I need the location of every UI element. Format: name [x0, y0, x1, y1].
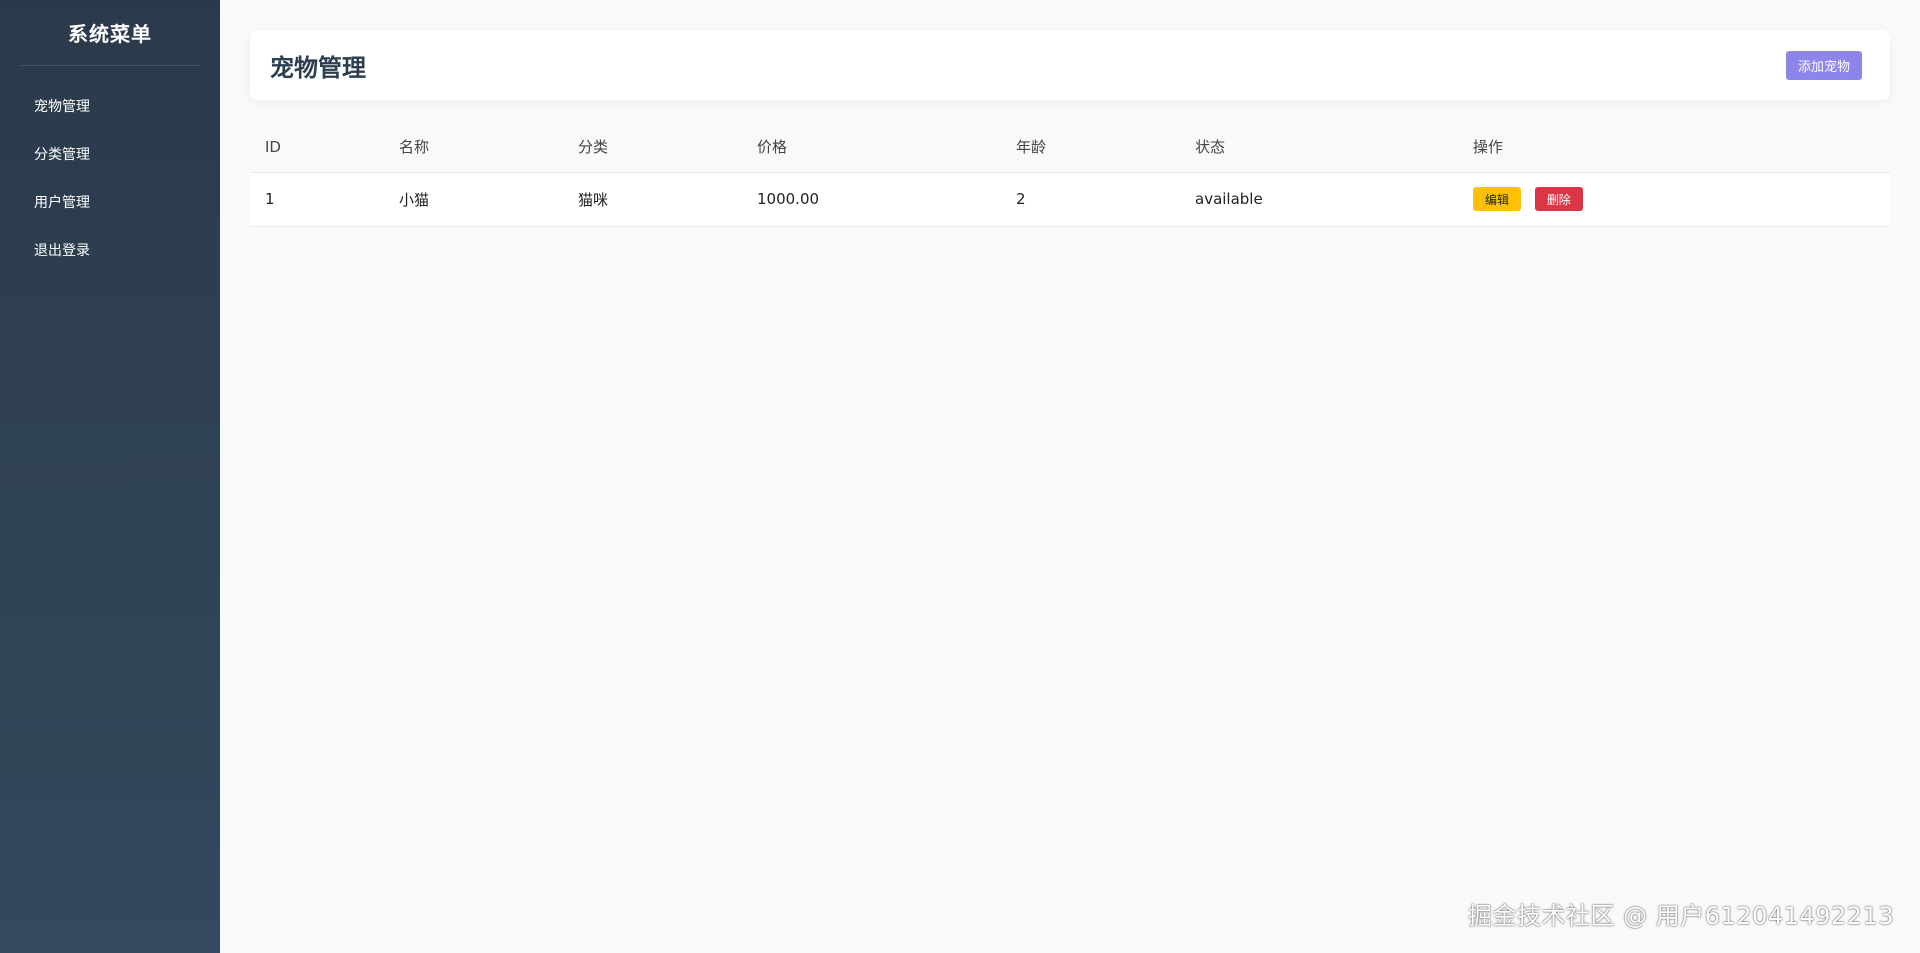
sidebar-item-pets[interactable]: 宠物管理 — [0, 82, 220, 130]
cell-name: 小猫 — [384, 172, 563, 227]
column-header-status: 状态 — [1180, 122, 1458, 173]
column-header-price: 价格 — [742, 122, 1001, 173]
table-header: ID 名称 分类 价格 年龄 状态 操作 — [250, 122, 1890, 173]
sidebar-item-users[interactable]: 用户管理 — [0, 178, 220, 226]
column-header-name: 名称 — [384, 122, 563, 173]
pets-table: ID 名称 分类 价格 年龄 状态 操作 1 小猫 猫咪 1000.00 2 a… — [250, 122, 1890, 227]
add-pet-button[interactable]: 添加宠物 — [1785, 50, 1862, 80]
column-header-category: 分类 — [563, 122, 742, 173]
table-header-row: ID 名称 分类 价格 年龄 状态 操作 — [250, 122, 1890, 173]
column-header-age: 年龄 — [1001, 122, 1180, 173]
table-body: 1 小猫 猫咪 1000.00 2 available 编辑 删除 — [250, 172, 1890, 227]
main-content: 宠物管理 添加宠物 ID 名称 分类 价格 年龄 状态 操作 1 小猫 猫咪 1… — [220, 0, 1920, 953]
table-row: 1 小猫 猫咪 1000.00 2 available 编辑 删除 — [250, 172, 1890, 227]
cell-id: 1 — [250, 172, 384, 227]
sidebar-menu: 宠物管理 分类管理 用户管理 退出登录 — [0, 82, 220, 274]
column-header-id: ID — [250, 122, 384, 173]
sidebar-title: 系统菜单 — [20, 0, 200, 66]
delete-button[interactable]: 删除 — [1534, 187, 1583, 211]
edit-button[interactable]: 编辑 — [1473, 187, 1522, 211]
column-header-actions: 操作 — [1458, 122, 1890, 173]
app-root: 系统菜单 宠物管理 分类管理 用户管理 退出登录 宠物管理 添加宠物 ID 名称… — [0, 0, 1920, 953]
page-header: 宠物管理 添加宠物 — [250, 30, 1890, 100]
sidebar-item-logout[interactable]: 退出登录 — [0, 226, 220, 274]
sidebar-item-categories[interactable]: 分类管理 — [0, 130, 220, 178]
page-title: 宠物管理 — [270, 53, 366, 82]
cell-actions: 编辑 删除 — [1458, 172, 1890, 227]
watermark: 掘金技术社区 @ 用户612041492213 — [1468, 902, 1894, 930]
cell-price: 1000.00 — [742, 172, 1001, 227]
cell-category: 猫咪 — [563, 172, 742, 227]
cell-status: available — [1180, 172, 1458, 227]
sidebar: 系统菜单 宠物管理 分类管理 用户管理 退出登录 — [0, 0, 220, 953]
cell-age: 2 — [1001, 172, 1180, 227]
